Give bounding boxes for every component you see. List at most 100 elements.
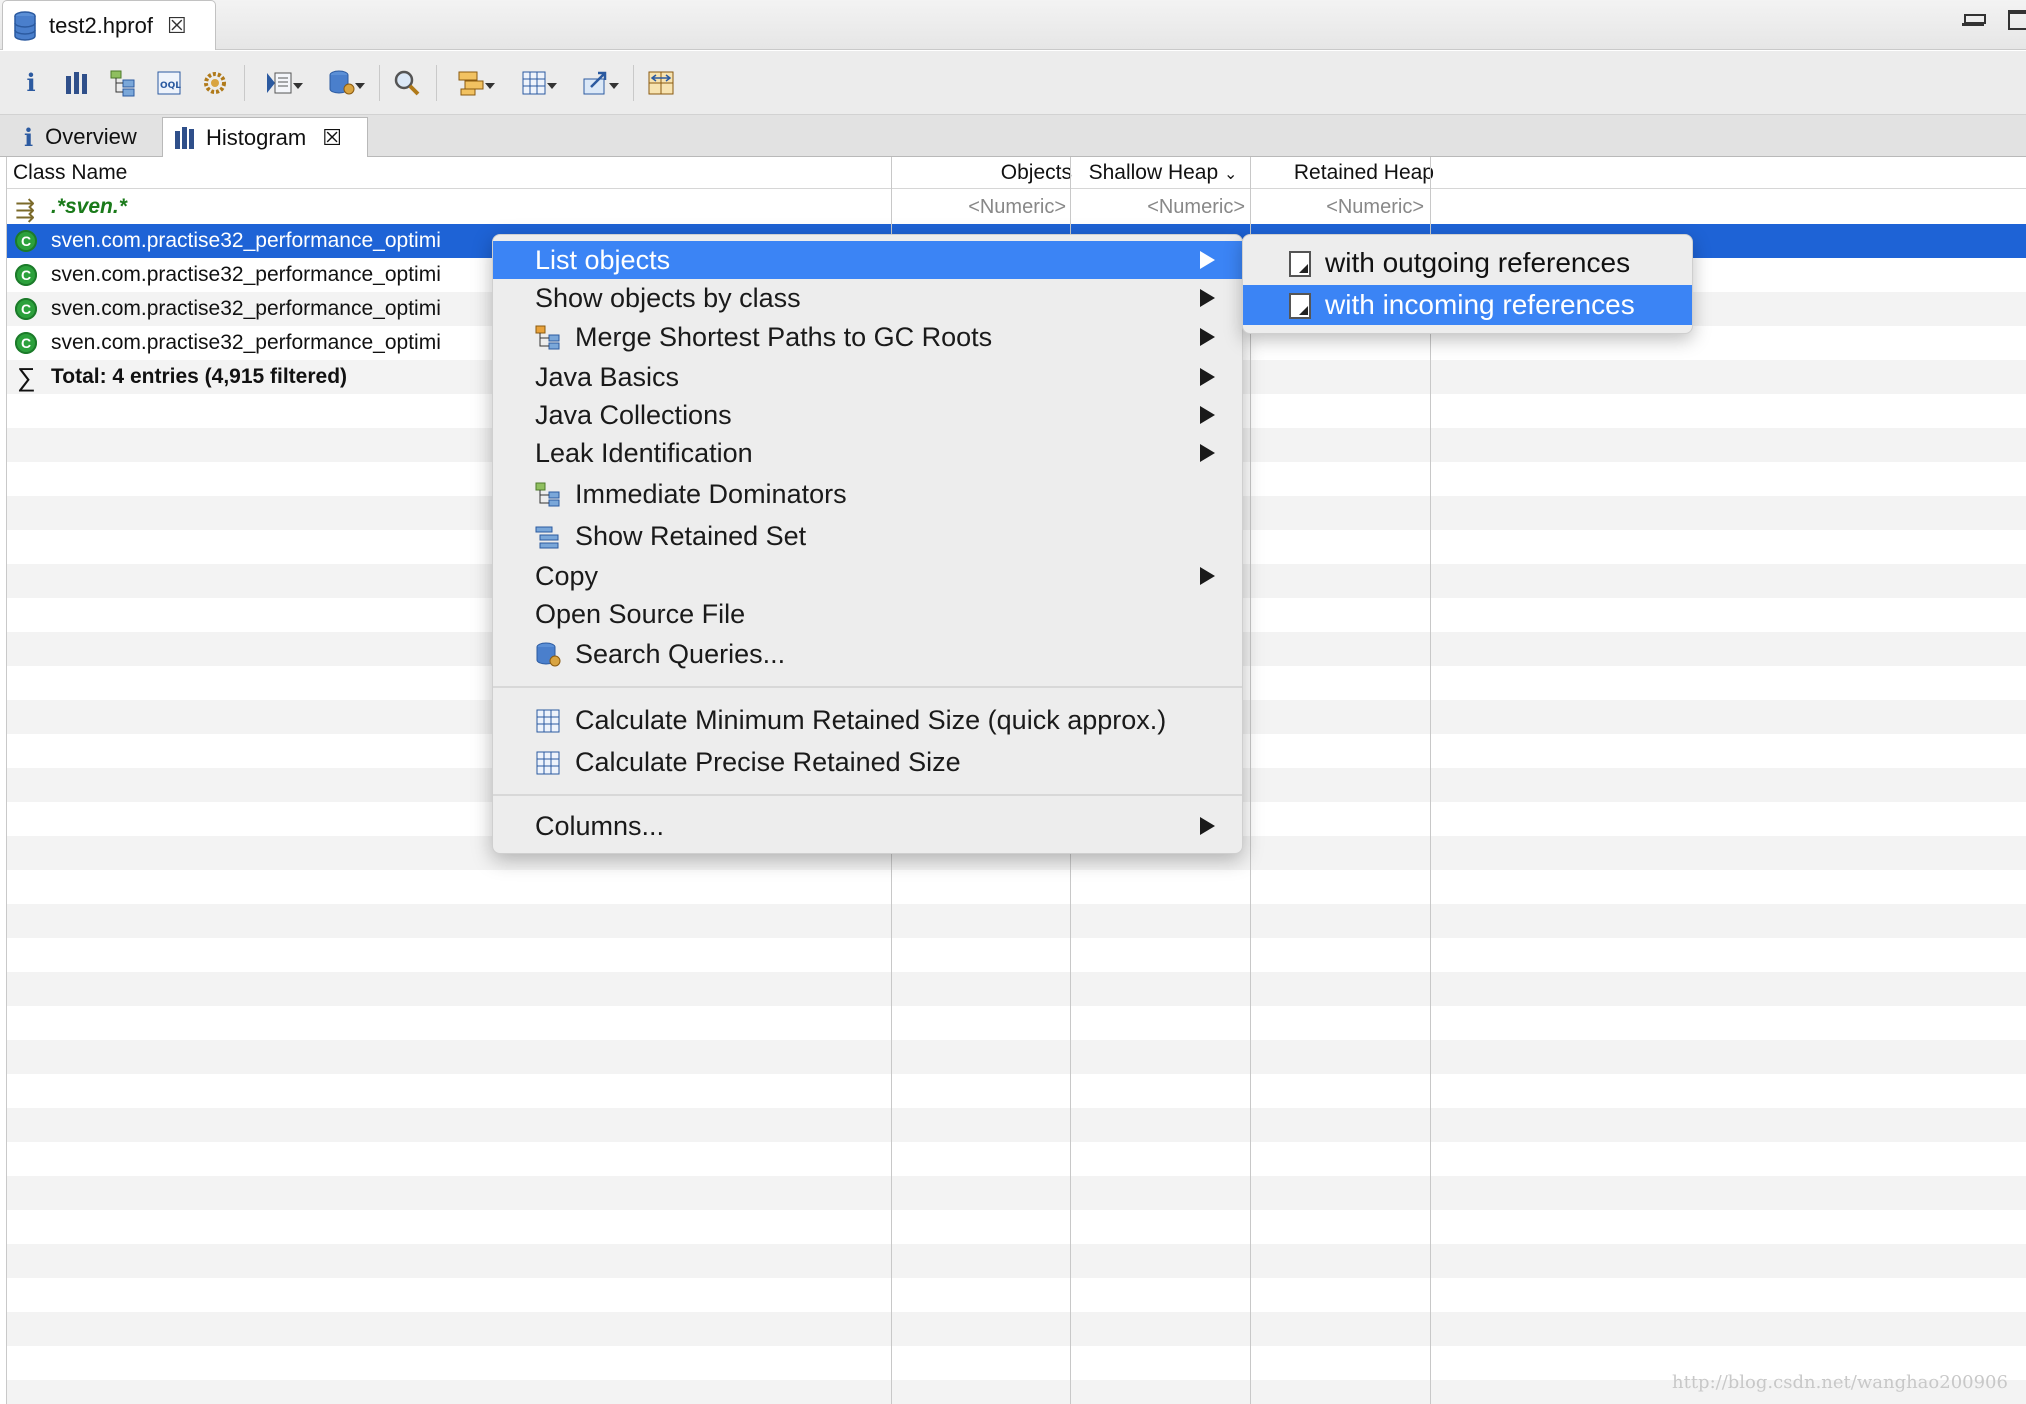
tab-overview-label: Overview [45, 124, 137, 149]
menu-item-label: Leak Identification [535, 438, 753, 468]
watermark: http://blog.csdn.net/wanghao200906 [1672, 1372, 2008, 1393]
shallow-heap-filter[interactable]: <Numeric> [1073, 190, 1245, 224]
menu-item-label: with outgoing references [1325, 247, 1631, 278]
calculator-icon [536, 709, 560, 733]
objects-filter[interactable]: <Numeric> [894, 190, 1066, 224]
submenu-arrow-icon [1200, 251, 1215, 269]
class-icon: C [15, 230, 37, 252]
maximize-button[interactable] [2008, 10, 2026, 30]
histogram-icon [175, 126, 194, 149]
empty-row [7, 1278, 2026, 1312]
menu-item-label: Merge Shortest Paths to GC Roots [575, 322, 993, 352]
dominator-tree-icon[interactable] [106, 66, 140, 100]
menu-item-merge-shortest-paths[interactable]: Merge Shortest Paths to GC Roots [493, 318, 1242, 356]
submenu-arrow-icon [1200, 817, 1215, 835]
menu-item-copy[interactable]: Copy [493, 557, 1242, 595]
class-name: sven.com.practise32_performance_optimi [51, 229, 441, 252]
menu-item-with-incoming-references[interactable]: with incoming references [1243, 285, 1692, 325]
oql-icon[interactable]: OQL [152, 66, 186, 100]
retained-heap-filter[interactable]: <Numeric> [1252, 190, 1424, 224]
sort-descending-icon: ⌄ [1224, 166, 1238, 183]
menu-item-label: Java Basics [535, 362, 680, 392]
menu-separator [493, 686, 1242, 688]
empty-row [7, 1312, 2026, 1346]
menu-item-with-outgoing-references[interactable]: with outgoing references [1243, 243, 1692, 283]
menu-item-search-queries[interactable]: Search Queries... [493, 635, 1242, 673]
export-dropdown[interactable] [571, 66, 621, 100]
context-menu: List objects Show objects by class Merge… [492, 234, 1243, 854]
paths-tree-icon [535, 325, 560, 350]
view-tab-bar: i Overview Histogram ☒ [0, 115, 2026, 158]
column-header-shallow-heap-label: Shallow Heap [1088, 161, 1219, 184]
column-header-shallow-heap[interactable]: Shallow Heap ⌄ [1077, 157, 1249, 189]
menu-item-java-basics[interactable]: Java Basics [493, 358, 1242, 396]
empty-row [7, 1244, 2026, 1278]
close-tab-icon[interactable]: ☒ [167, 13, 187, 39]
empty-row [7, 904, 2026, 938]
editor-tab-test2-hprof[interactable]: test2.hprof ☒ [2, 0, 216, 50]
close-tab-icon[interactable]: ☒ [322, 125, 342, 151]
group-by-dropdown[interactable] [447, 66, 497, 100]
column-header-class-name[interactable]: Class Name [13, 157, 127, 189]
tab-overview[interactable]: i Overview [10, 117, 160, 157]
empty-row [7, 870, 2026, 904]
empty-row [7, 1108, 2026, 1142]
class-name-filter[interactable]: .*sven.* [51, 190, 127, 224]
calculator-icon [536, 751, 560, 775]
menu-item-show-retained-set[interactable]: Show Retained Set [493, 517, 1242, 555]
menu-item-open-source-file[interactable]: Open Source File [493, 595, 1242, 633]
empty-row [7, 1142, 2026, 1176]
query-browser-dropdown[interactable] [317, 66, 367, 100]
menu-item-calc-precise-retained[interactable]: Calculate Precise Retained Size [493, 743, 1242, 781]
empty-row [7, 1176, 2026, 1210]
total-label: Total: 4 entries (4,915 filtered) [51, 365, 348, 388]
column-divider[interactable] [1250, 157, 1251, 1404]
menu-item-label: Calculate Precise Retained Size [575, 747, 961, 777]
column-divider[interactable] [1430, 157, 1431, 1404]
editor-tab-label: test2.hprof [49, 12, 153, 38]
compare-icon[interactable] [644, 66, 678, 100]
menu-item-label: Immediate Dominators [575, 479, 847, 509]
menu-item-java-collections[interactable]: Java Collections [493, 396, 1242, 434]
calculate-retained-dropdown[interactable] [509, 66, 559, 100]
menu-item-immediate-dominators[interactable]: Immediate Dominators [493, 475, 1242, 513]
menu-item-label: Copy [535, 561, 599, 591]
menu-item-label: Calculate Minimum Retained Size (quick a… [575, 705, 1167, 735]
filter-icon: ⇶ [15, 197, 36, 224]
gear-icon[interactable] [198, 66, 232, 100]
menu-item-show-objects-by-class[interactable]: Show objects by class [493, 279, 1242, 317]
menu-item-columns[interactable]: Columns... [493, 807, 1242, 845]
search-icon[interactable] [390, 66, 424, 100]
column-header-retained-heap[interactable]: Retained Heap [1256, 157, 1434, 189]
submenu-arrow-icon [1200, 567, 1215, 585]
submenu-arrow-icon [1200, 368, 1215, 386]
menu-item-label: Open Source File [535, 599, 746, 629]
menu-item-calc-min-retained[interactable]: Calculate Minimum Retained Size (quick a… [493, 701, 1242, 739]
toolbar-separator [633, 64, 634, 101]
menu-item-label: with incoming references [1325, 289, 1635, 320]
class-icon: C [15, 264, 37, 286]
minimize-button[interactable] [1962, 10, 1986, 26]
incoming-references-icon [1289, 293, 1311, 319]
run-report-dropdown[interactable] [255, 66, 305, 100]
empty-row [7, 1210, 2026, 1244]
overview-info-icon[interactable]: i [14, 66, 48, 100]
menu-item-label: Columns... [535, 811, 665, 841]
class-icon: C [15, 332, 37, 354]
toolbar-separator [244, 64, 245, 101]
tab-histogram[interactable]: Histogram ☒ [162, 117, 368, 158]
menu-item-list-objects[interactable]: List objects [493, 241, 1242, 279]
histogram-icon[interactable] [60, 66, 94, 100]
editor-tab-bar: test2.hprof ☒ [0, 0, 2026, 50]
menu-separator [493, 794, 1242, 796]
submenu-arrow-icon [1200, 406, 1215, 424]
menu-item-leak-identification[interactable]: Leak Identification [493, 434, 1242, 472]
sum-icon: ∑ [17, 362, 36, 392]
column-header-objects[interactable]: Objects [894, 157, 1072, 189]
empty-row [7, 972, 2026, 1006]
class-name: sven.com.practise32_performance_optimi [51, 331, 441, 354]
filter-row[interactable]: ⇶ .*sven.* <Numeric> <Numeric> <Numeric> [7, 190, 2026, 224]
toolbar-separator [436, 64, 437, 101]
empty-row [7, 1006, 2026, 1040]
class-icon: C [15, 298, 37, 320]
